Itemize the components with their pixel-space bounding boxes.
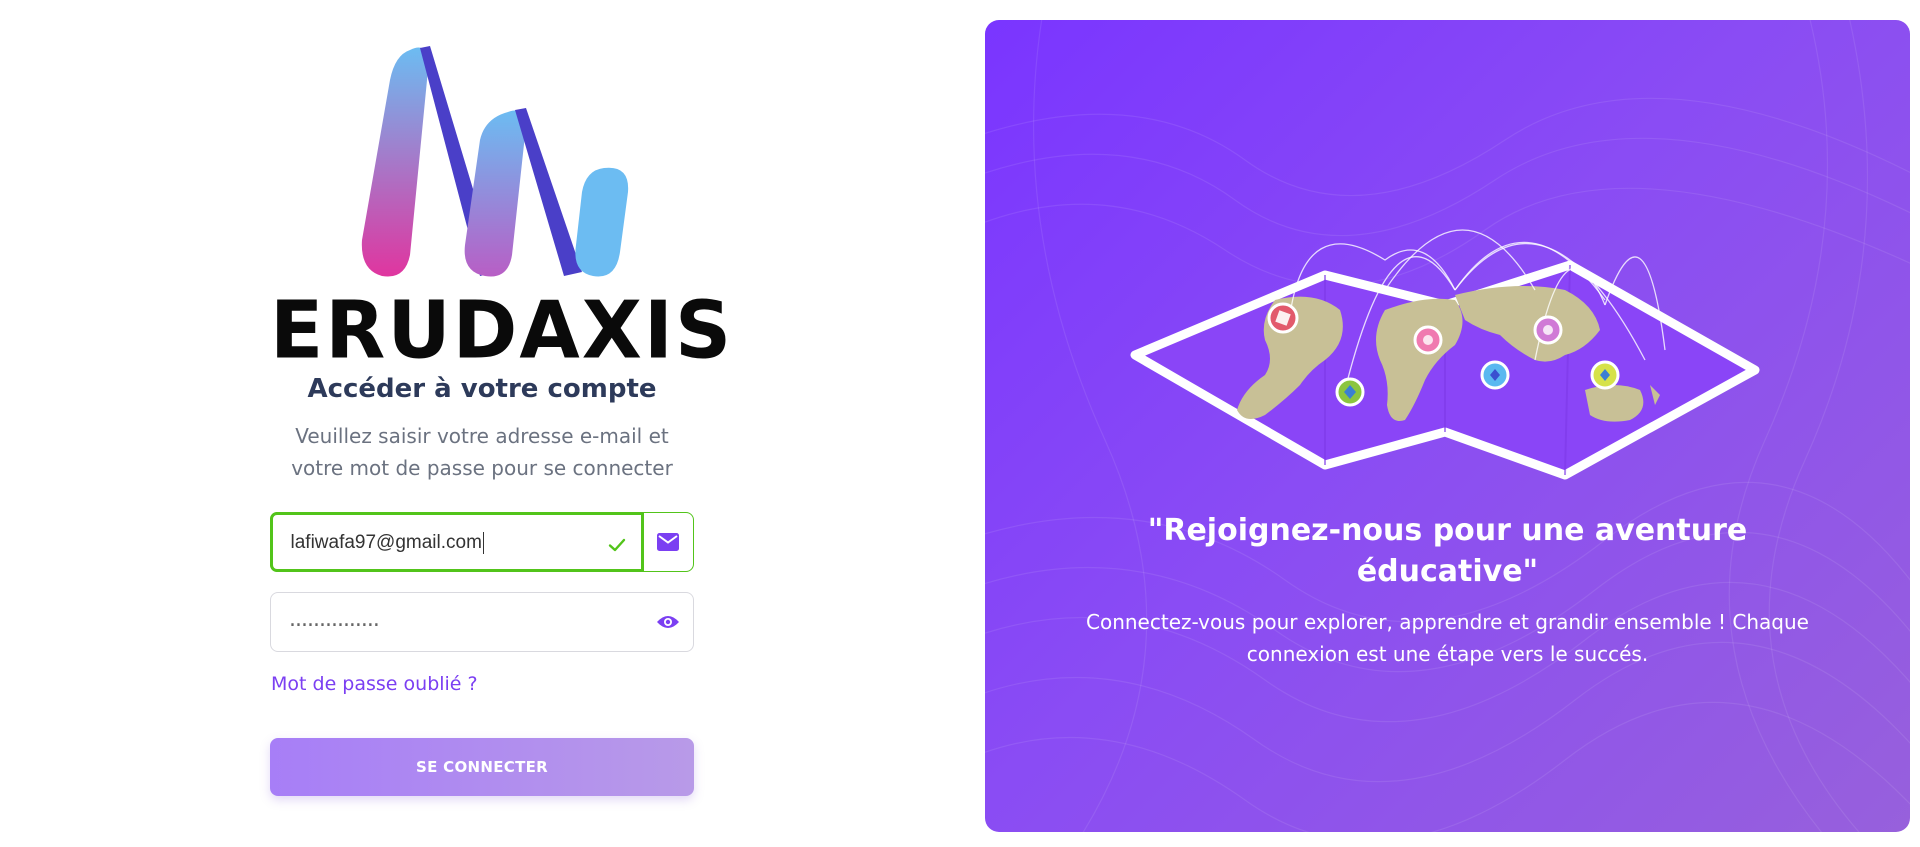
- promo-quote: "Rejoignez-nous pour une aventure éducat…: [1147, 513, 1748, 589]
- eye-icon[interactable]: [653, 607, 683, 637]
- login-section: ERUDAXIS Accéder à votre compte Veuillez…: [0, 0, 965, 847]
- promo-text: Connectez-vous pour explorer, apprendre …: [1086, 610, 1809, 666]
- email-field[interactable]: lafiwafa97@gmail.com: [269, 511, 644, 572]
- mail-icon: [643, 513, 693, 570]
- promo-panel: "Rejoignez-nous pour une aventure éducat…: [985, 20, 1910, 832]
- email-field-group: lafiwafa97@gmail.com: [269, 511, 694, 572]
- page-subtitle: Veuillez saisir votre adresse e-mail et …: [291, 424, 673, 480]
- password-field[interactable]: ...............: [270, 592, 694, 652]
- erudaxis-logo: [361, 46, 629, 277]
- brand-name: ERUDAXIS: [270, 285, 734, 377]
- page-title: Accéder à votre compte: [307, 374, 657, 404]
- password-input-value: ...............: [289, 607, 380, 632]
- login-button[interactable]: SE CONNECTER: [270, 738, 694, 796]
- check-icon: [608, 538, 625, 551]
- email-input-value: lafiwafa97@gmail.com: [290, 531, 484, 554]
- forgot-password-link[interactable]: Mot de passe oublié ?: [271, 673, 478, 695]
- world-map-illustration: [1130, 229, 1760, 480]
